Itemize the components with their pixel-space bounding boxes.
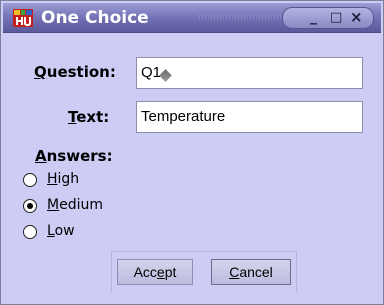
answer-label-high: High	[47, 169, 79, 189]
window-controls: _ □ ×	[282, 7, 374, 29]
accept-label-a: Acc	[133, 264, 157, 280]
answer-rest-medium: edium	[59, 197, 103, 213]
text-label: Text:	[68, 108, 109, 126]
answer-label-medium: Medium	[47, 195, 103, 215]
question-field[interactable]: Q1	[136, 57, 363, 89]
radio-button-medium[interactable]	[23, 199, 37, 213]
answer-mnemonic-medium: M	[47, 197, 60, 213]
radio-button-low[interactable]	[23, 225, 37, 239]
answers-label-mnemonic: A	[35, 147, 47, 165]
radio-button-high[interactable]	[23, 173, 37, 187]
answer-option-high[interactable]: High	[23, 169, 183, 191]
answer-option-low[interactable]: Low	[23, 221, 183, 243]
accept-label-b: pt	[164, 264, 177, 280]
answer-mnemonic-low: L	[47, 223, 55, 239]
mouse-cursor-icon	[159, 69, 172, 82]
cancel-mnemonic: C	[229, 264, 240, 280]
answer-label-low: Low	[47, 221, 75, 241]
close-icon[interactable]: ×	[350, 8, 363, 27]
question-label-mnemonic: Q	[34, 63, 47, 81]
answer-mnemonic-high: H	[47, 171, 58, 187]
minimize-icon[interactable]: _	[310, 8, 317, 27]
answer-rest-high: igh	[57, 171, 80, 187]
radio-selected-dot	[27, 203, 33, 209]
question-label-rest: uestion:	[46, 63, 116, 81]
answers-label-rest: nswers:	[46, 147, 113, 165]
answer-rest-low: ow	[54, 223, 75, 239]
accept-mnemonic: e	[156, 264, 165, 280]
title-bar-texture	[199, 14, 283, 20]
question-label: Question:	[34, 63, 116, 81]
text-value: Temperature	[141, 108, 226, 125]
accept-button[interactable]: Accept	[117, 259, 193, 285]
title-bar[interactable]: One Choice _ □ ×	[3, 3, 381, 33]
answer-option-medium[interactable]: Medium	[23, 195, 183, 217]
app-icon	[13, 9, 33, 27]
maximize-icon[interactable]: □	[330, 8, 342, 27]
text-label-rest: ext:	[76, 108, 110, 126]
text-field[interactable]: Temperature	[136, 101, 363, 133]
text-label-mnemonic: T	[68, 108, 77, 126]
answers-label: Answers:	[35, 147, 113, 165]
question-value: Q1	[141, 64, 162, 81]
window-title: One Choice	[41, 8, 149, 28]
dialog-window: One Choice _ □ × Question: Q1 Text: Temp…	[0, 0, 384, 305]
cancel-button[interactable]: Cancel	[211, 259, 291, 285]
cancel-label-rest: ancel	[239, 264, 273, 280]
